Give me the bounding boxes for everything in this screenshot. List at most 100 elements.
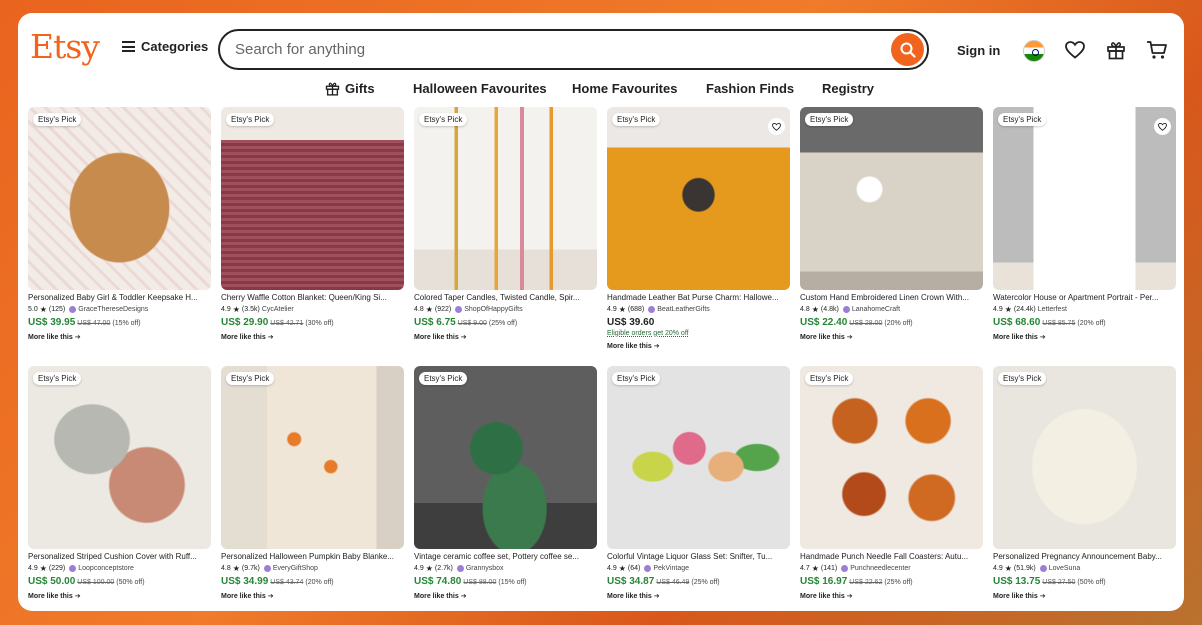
search-button[interactable]	[891, 33, 924, 66]
product-image[interactable]: Etsy's Pick	[28, 107, 211, 290]
shop-name[interactable]: Loopconceptstore	[78, 565, 134, 572]
product-image[interactable]: Etsy's Pick	[221, 366, 404, 549]
shop-name[interactable]: ShopOfHappyGifts	[464, 306, 522, 313]
product-price: US$ 34.87 US$ 46.49 (25% off)	[607, 576, 720, 587]
product-image[interactable]: Etsy's Pick	[221, 107, 404, 290]
product-card[interactable]: Etsy's Pick Personalized Striped Cushion…	[28, 366, 211, 600]
shop-name[interactable]: LoveSuna	[1049, 565, 1081, 572]
cart-button[interactable]	[1146, 39, 1168, 61]
product-card[interactable]: Etsy's Pick Personalized Pregnancy Annou…	[993, 366, 1176, 600]
etsys-pick-badge: Etsy's Pick	[998, 113, 1047, 126]
star-icon: ★	[618, 305, 626, 314]
more-like-this-link[interactable]: More like this ➔	[800, 333, 983, 341]
nav-item-halloween[interactable]: Halloween Favourites	[413, 81, 547, 96]
more-like-this-link[interactable]: More like this ➔	[800, 592, 983, 600]
product-image[interactable]: Etsy's Pick	[993, 107, 1176, 290]
product-rating: 4.9 ★ (3.5k) CycAtelier	[221, 305, 294, 314]
more-like-this-link[interactable]: More like this ➔	[993, 333, 1176, 341]
etsys-pick-badge: Etsy's Pick	[33, 372, 82, 385]
product-card[interactable]: Etsy's Pick Cherry Waffle Cotton Blanket…	[221, 107, 404, 341]
product-card[interactable]: Etsy's Pick Colorful Vintage Liquor Glas…	[607, 366, 790, 600]
search-input[interactable]	[235, 41, 891, 58]
product-rating: 5.0 ★ (125) GraceThereseDesigns	[28, 305, 211, 314]
discount: (15% off)	[112, 320, 141, 327]
favorite-button[interactable]	[768, 118, 785, 135]
product-card[interactable]: Etsy's Pick Colored Taper Candles, Twist…	[414, 107, 597, 341]
product-image[interactable]: Etsy's Pick	[414, 366, 597, 549]
shop-name[interactable]: CycAtelier	[262, 306, 294, 313]
more-like-this-link[interactable]: More like this ➔	[414, 592, 597, 600]
favorites-button[interactable]	[1064, 39, 1086, 61]
more-like-this-link[interactable]: More like this ➔	[28, 592, 211, 600]
more-like-this-link[interactable]: More like this ➔	[993, 592, 1176, 600]
product-rating: 4.8 ★ (9.7k) EveryGiftShop	[221, 564, 318, 573]
product-title[interactable]: Watercolor House or Apartment Portrait -…	[993, 293, 1176, 302]
favorite-button[interactable]	[1154, 118, 1171, 135]
product-image[interactable]: Etsy's Pick	[28, 366, 211, 549]
star-seller-icon	[69, 565, 77, 572]
signin-link[interactable]: Sign in	[957, 43, 1000, 58]
product-image[interactable]: Etsy's Pick	[800, 366, 983, 549]
nav-item-fashion[interactable]: Fashion Finds	[706, 81, 794, 96]
product-image[interactable]: Etsy's Pick	[993, 366, 1176, 549]
product-card[interactable]: Etsy's Pick Custom Hand Embroidered Line…	[800, 107, 983, 341]
nav-item-home[interactable]: Home Favourites	[572, 81, 677, 96]
product-image[interactable]: Etsy's Pick	[414, 107, 597, 290]
categories-button[interactable]: Categories	[122, 39, 208, 54]
product-title[interactable]: Vintage ceramic coffee set, Pottery coff…	[414, 552, 597, 561]
product-title[interactable]: Personalized Baby Girl & Toddler Keepsak…	[28, 293, 211, 302]
cart-icon	[1147, 41, 1167, 59]
more-like-this-link[interactable]: More like this ➔	[607, 342, 790, 350]
product-price: US$ 13.75 US$ 27.50 (50% off)	[993, 576, 1106, 587]
heart-icon	[1065, 41, 1085, 59]
shop-name[interactable]: Letterfest	[1038, 306, 1067, 313]
product-image[interactable]: Etsy's Pick	[607, 366, 790, 549]
product-card[interactable]: Etsy's Pick Watercolor House or Apartmen…	[993, 107, 1176, 341]
more-like-this-link[interactable]: More like this ➔	[414, 333, 597, 341]
shop-name[interactable]: EveryGiftShop	[273, 565, 318, 572]
product-title[interactable]: Handmade Leather Bat Purse Charm: Hallow…	[607, 293, 790, 302]
product-title[interactable]: Personalized Halloween Pumpkin Baby Blan…	[221, 552, 404, 561]
product-card[interactable]: Etsy's Pick Handmade Leather Bat Purse C…	[607, 107, 790, 350]
arrow-right-icon: ➔	[846, 593, 853, 600]
arrow-right-icon: ➔	[460, 334, 467, 341]
star-icon: ★	[232, 305, 240, 314]
nav-item-registry[interactable]: Registry	[822, 81, 874, 96]
etsys-pick-badge: Etsy's Pick	[226, 113, 275, 126]
product-title[interactable]: Personalized Striped Cushion Cover with …	[28, 552, 211, 561]
product-title[interactable]: Colorful Vintage Liquor Glass Set: Snift…	[607, 552, 790, 561]
product-card[interactable]: Etsy's Pick Vintage ceramic coffee set, …	[414, 366, 597, 600]
gift-icon	[325, 82, 340, 96]
shop-name[interactable]: LanahomeCraft	[852, 306, 900, 313]
product-image[interactable]: Etsy's Pick	[800, 107, 983, 290]
arrow-right-icon: ➔	[653, 593, 660, 600]
shop-name[interactable]: Grannysbox	[466, 565, 504, 572]
arrow-right-icon: ➔	[846, 334, 853, 341]
product-price: US$ 29.90 US$ 42.71 (30% off)	[221, 317, 334, 328]
product-price: US$ 34.99 US$ 43.74 (20% off)	[221, 576, 334, 587]
product-card[interactable]: Etsy's Pick Personalized Baby Girl & Tod…	[28, 107, 211, 341]
shop-name[interactable]: GraceThereseDesigns	[78, 306, 148, 313]
product-title[interactable]: Handmade Punch Needle Fall Coasters: Aut…	[800, 552, 983, 561]
shop-name[interactable]: Punchneedlecenter	[850, 565, 910, 572]
gift-button[interactable]	[1105, 39, 1127, 61]
india-flag-icon[interactable]	[1023, 40, 1045, 62]
product-rating: 4.7 ★ (141) Punchneedlecenter	[800, 564, 911, 573]
product-card[interactable]: Etsy's Pick Handmade Punch Needle Fall C…	[800, 366, 983, 600]
promo-text[interactable]: Eligible orders get 20% off	[607, 330, 790, 337]
etsy-logo[interactable]: Etsy	[30, 27, 100, 66]
more-like-this-link[interactable]: More like this ➔	[221, 592, 404, 600]
nav-item-gifts[interactable]: Gifts	[325, 81, 375, 96]
product-price: US$ 39.60	[607, 317, 655, 328]
product-title[interactable]: Personalized Pregnancy Announcement Baby…	[993, 552, 1176, 561]
more-like-this-link[interactable]: More like this ➔	[28, 333, 211, 341]
more-like-this-link[interactable]: More like this ➔	[607, 592, 790, 600]
product-title[interactable]: Cherry Waffle Cotton Blanket: Queen/King…	[221, 293, 404, 302]
product-image[interactable]: Etsy's Pick	[607, 107, 790, 290]
more-like-this-link[interactable]: More like this ➔	[221, 333, 404, 341]
product-title[interactable]: Colored Taper Candles, Twisted Candle, S…	[414, 293, 597, 302]
product-title[interactable]: Custom Hand Embroidered Linen Crown With…	[800, 293, 983, 302]
shop-name[interactable]: BeatLeatherGifts	[657, 306, 710, 313]
product-card[interactable]: Etsy's Pick Personalized Halloween Pumpk…	[221, 366, 404, 600]
shop-name[interactable]: PekVintage	[653, 565, 689, 572]
